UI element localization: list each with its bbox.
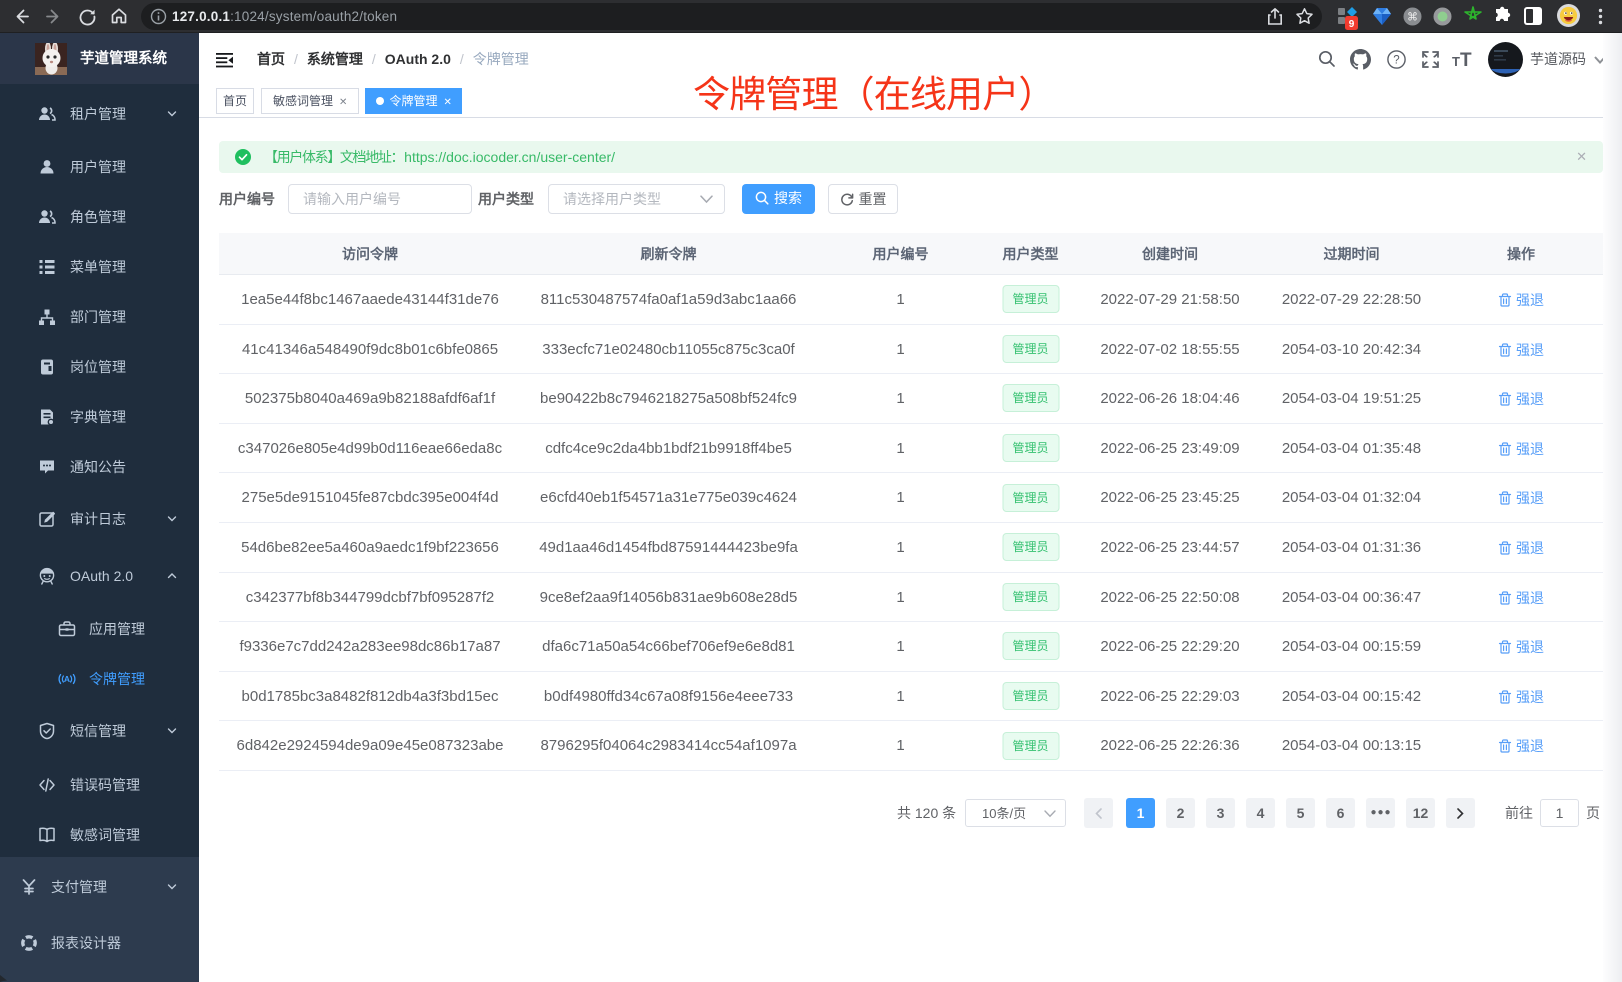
svg-text:⌘: ⌘	[1407, 12, 1418, 24]
svg-text:?: ?	[1393, 55, 1399, 67]
svg-text:A: A	[64, 674, 70, 684]
svg-text:9: 9	[1349, 19, 1355, 30]
svg-text:T: T	[1460, 51, 1472, 69]
svg-text:T: T	[1452, 54, 1460, 69]
